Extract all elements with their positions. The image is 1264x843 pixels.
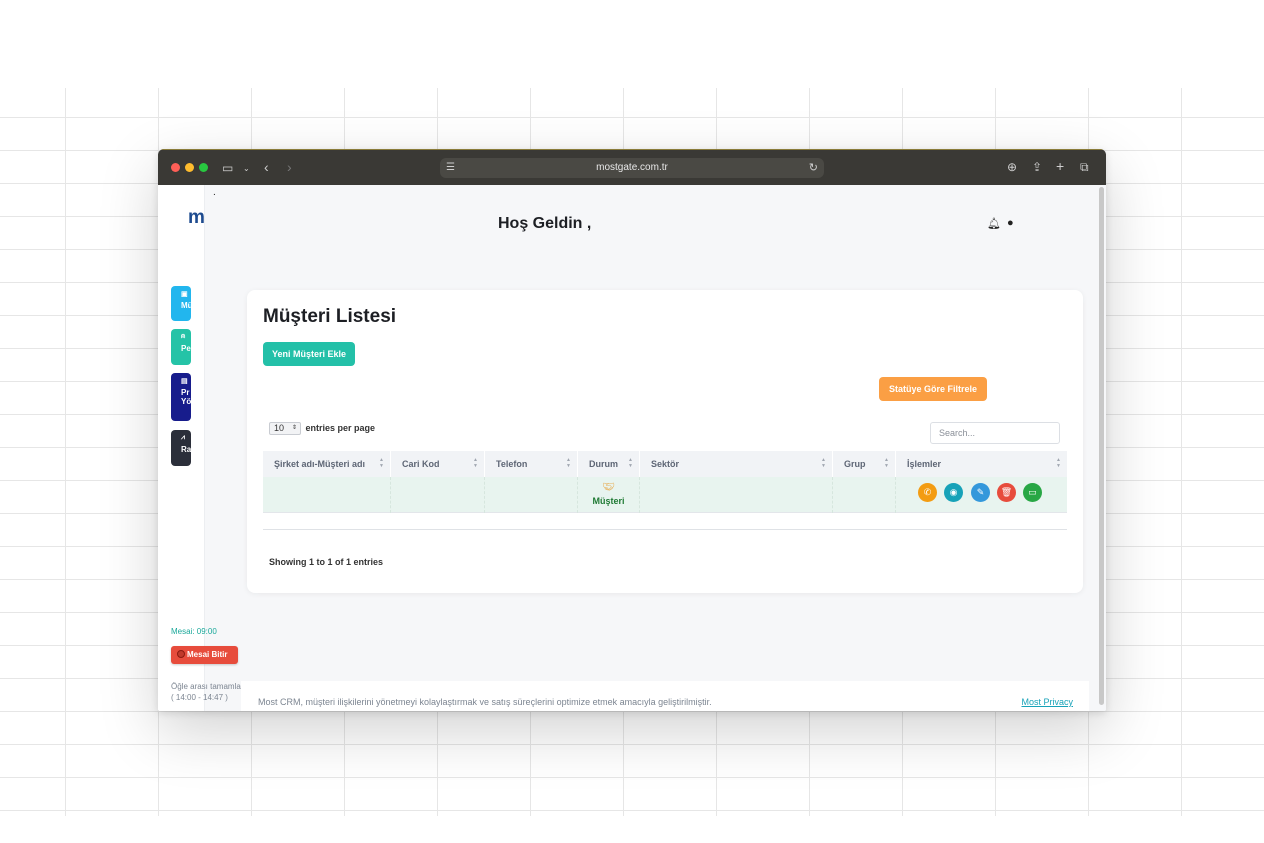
sidebar-item-projects[interactable]: ▤ Pr Yö xyxy=(171,373,191,421)
minimize-window-button[interactable] xyxy=(185,163,194,172)
chart-icon: ⩘ xyxy=(181,434,185,441)
view-button[interactable]: ◉ xyxy=(944,483,963,502)
cell-code xyxy=(391,477,485,513)
end-shift-button[interactable]: Mesai Bitir xyxy=(171,646,238,664)
column-header-group[interactable]: Grup ▲ ▼ xyxy=(833,451,896,477)
close-window-button[interactable] xyxy=(171,163,180,172)
search-input[interactable] xyxy=(930,422,1060,444)
logo: m xyxy=(188,207,205,228)
page-scrollbar[interactable] xyxy=(1099,187,1104,705)
page-viewport: . m ▣ Mü ⍝ Pe ▤ Pr Yö ⩘ Ra Mesai: 09:00 … xyxy=(158,185,1106,711)
handshake-icon: 🤝︎ xyxy=(602,482,615,493)
sidebar-item-customers[interactable]: ▣ Mü xyxy=(171,286,191,321)
users-icon: ▣ xyxy=(181,291,188,298)
shift-start-label: Mesai: 09:00 xyxy=(171,627,217,636)
pagination-info: Showing 1 to 1 of 1 entries xyxy=(269,557,384,567)
browser-window: ▭ ⌄ ‹ › ☰ mostgate.com.tr ↻ ⊕ ⇪ + ⧉ . m … xyxy=(158,149,1106,711)
download-icon[interactable]: ⊕ xyxy=(1007,161,1017,173)
address-bar[interactable]: ☰ mostgate.com.tr ↻ xyxy=(440,158,824,178)
footer: Most CRM, müşteri ilişkilerini yönetmeyi… xyxy=(241,681,1089,711)
table-divider xyxy=(263,529,1067,530)
filter-by-status-button[interactable]: Statüye Göre Filtrele xyxy=(879,377,987,401)
cell-status: 🤝︎ Müşteri xyxy=(578,477,640,513)
welcome-heading: Hoş Geldin , xyxy=(498,215,592,232)
cell-group xyxy=(833,477,896,513)
sidebar-item-label: Mü xyxy=(181,301,191,310)
delete-button[interactable]: 🗑︎ xyxy=(997,483,1016,502)
column-header-company[interactable]: Şirket adı-Müşteri adı ▲ ▼ xyxy=(263,451,391,477)
sort-icon: ▲ ▼ xyxy=(821,457,826,469)
lunch-time-range: ( 14:00 - 14:47 ) xyxy=(171,693,228,702)
sort-icon: ▲ ▼ xyxy=(628,457,633,469)
lunch-status-text: Öğle arası tamamlandı xyxy=(171,682,252,691)
end-shift-label: Mesai Bitir xyxy=(187,650,228,659)
url-text: mostgate.com.tr xyxy=(596,162,668,173)
folder-icon: ▭ xyxy=(1028,487,1037,497)
bell-icon[interactable]: 🔔︎ xyxy=(987,217,1001,230)
page-title: Müşteri Listesi xyxy=(263,306,397,327)
edit-button[interactable]: ✎ xyxy=(971,483,990,502)
browser-titlebar: ▭ ⌄ ‹ › ☰ mostgate.com.tr ↻ ⊕ ⇪ + ⧉ xyxy=(158,149,1106,185)
add-customer-button[interactable]: Yeni Müşteri Ekle xyxy=(263,342,355,366)
folder-button[interactable]: ▭ xyxy=(1023,483,1042,502)
user-icon[interactable]: ● xyxy=(1007,217,1014,229)
trash-icon: 🗑︎ xyxy=(1000,487,1013,497)
new-tab-icon[interactable]: + xyxy=(1056,159,1064,173)
sidebar-toggle-icon[interactable]: ▭ xyxy=(222,162,233,174)
sidebar-item-label: Pe xyxy=(181,344,191,353)
entries-label: entries per page xyxy=(305,423,376,433)
pencil-icon: ✎ xyxy=(976,487,985,497)
chevron-down-icon[interactable]: ⌄ xyxy=(243,163,250,175)
status-badge: Müşteri xyxy=(592,496,625,506)
eye-icon: ◉ xyxy=(949,487,958,497)
column-header-phone[interactable]: Telefon ▲ ▼ xyxy=(485,451,578,477)
forward-icon[interactable]: › xyxy=(287,160,292,174)
cell-sector xyxy=(640,477,833,513)
sort-icon: ▲ ▼ xyxy=(379,457,384,469)
person-icon: ⍝ xyxy=(181,333,186,340)
customer-table: Şirket adı-Müşteri adı ▲ ▼ Cari Kod ▲ ▼ Tele… xyxy=(263,451,1067,513)
customer-list-card: Müşteri Listesi Yeni Müşteri Ekle Statüy… xyxy=(247,290,1083,593)
cell-phone xyxy=(485,477,578,513)
sidebar-item-label: Pr Yö xyxy=(181,388,191,406)
table-row[interactable]: 🤝︎ Müşteri ✆ ◉ ✎ 🗑︎ ▭ xyxy=(263,477,1067,513)
reload-icon[interactable]: ↻ xyxy=(809,161,818,174)
sidebar-item-reports[interactable]: ⩘ Ra xyxy=(171,430,191,466)
sidebar: . m ▣ Mü ⍝ Pe ▤ Pr Yö ⩘ Ra Mesai: 09:00 … xyxy=(158,185,252,711)
entries-select[interactable]: 10 ⇕ xyxy=(269,422,301,435)
entries-per-page: 10 ⇕ entries per page xyxy=(269,422,375,435)
back-icon[interactable]: ‹ xyxy=(264,160,269,174)
sort-icon: ▲ ▼ xyxy=(884,457,889,469)
sidebar-dot: . xyxy=(213,187,216,198)
column-header-actions[interactable]: İşlemler ▲ ▼ xyxy=(896,451,1067,477)
tab-overview-icon[interactable]: ⧉ xyxy=(1080,161,1089,173)
footer-text: Most CRM, müşteri ilişkilerini yönetmeyi… xyxy=(258,697,712,707)
call-button[interactable]: ✆ xyxy=(918,483,937,502)
updown-icon: ⇕ xyxy=(291,425,297,431)
privacy-link[interactable]: Most Privacy xyxy=(1021,697,1073,707)
sidebar-item-personnel[interactable]: ⍝ Pe xyxy=(171,329,191,365)
column-header-sector[interactable]: Sektör ▲ ▼ xyxy=(640,451,833,477)
share-icon[interactable]: ⇪ xyxy=(1032,161,1042,173)
table-header: Şirket adı-Müşteri adı ▲ ▼ Cari Kod ▲ ▼ Tele… xyxy=(263,451,1067,477)
sort-icon: ▲ ▼ xyxy=(473,457,478,469)
maximize-window-button[interactable] xyxy=(199,163,208,172)
phone-icon: ✆ xyxy=(923,487,932,497)
sort-icon: ▲ ▼ xyxy=(566,457,571,469)
column-header-code[interactable]: Cari Kod ▲ ▼ xyxy=(391,451,485,477)
lunch-status: Öğle arası tamamlandı ( 14:00 - 14:47 ) xyxy=(171,681,252,703)
sidebar-item-label: Ra xyxy=(181,445,191,454)
column-header-status[interactable]: Durum ▲ ▼ xyxy=(578,451,640,477)
sort-icon: ▲ ▼ xyxy=(1056,457,1061,469)
project-icon: ▤ xyxy=(181,378,188,385)
cell-company xyxy=(263,477,391,513)
stop-icon xyxy=(177,650,185,658)
